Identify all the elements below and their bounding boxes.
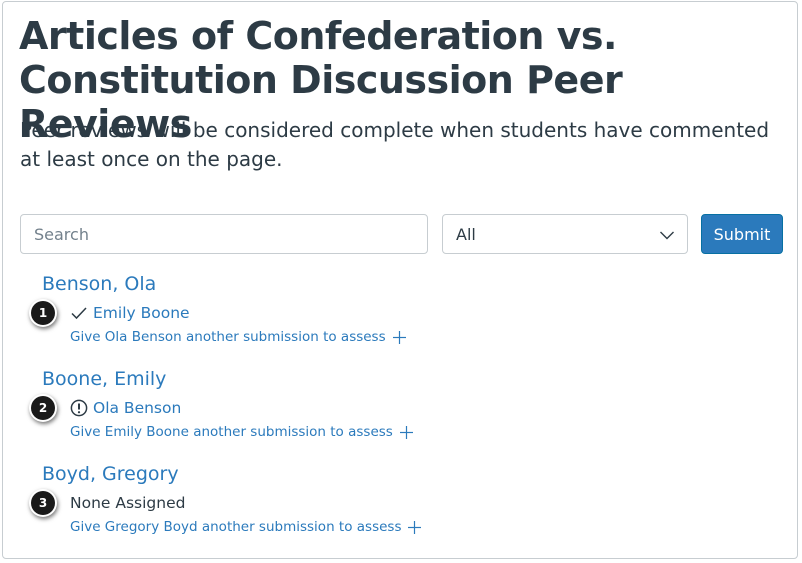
filter-select-value: All	[456, 225, 476, 244]
give-another-submission-link[interactable]: Give Ola Benson another submission to as…	[70, 329, 407, 345]
give-another-label: Give Ola Benson another submission to as…	[70, 329, 386, 345]
filter-select[interactable]: All	[442, 214, 688, 254]
student-name-link[interactable]: Boyd, Gregory	[42, 463, 179, 485]
student-name-link[interactable]: Benson, Ola	[42, 273, 156, 295]
warning-icon	[70, 399, 88, 417]
assessment-row: Emily Boone	[70, 302, 190, 324]
assessment-row: Ola Benson	[70, 397, 181, 419]
none-assigned-text: None Assigned	[70, 494, 186, 512]
callout-badge: 2	[31, 396, 55, 420]
search-input[interactable]	[20, 214, 428, 254]
chevron-down-icon	[660, 231, 674, 240]
give-another-label: Give Emily Boone another submission to a…	[70, 424, 393, 440]
assessment-link[interactable]: Ola Benson	[93, 399, 181, 417]
give-another-label: Give Gregory Boyd another submission to …	[70, 519, 402, 535]
checkmark-icon	[71, 307, 87, 320]
give-another-submission-link[interactable]: Give Emily Boone another submission to a…	[70, 424, 414, 440]
page-description: Peer reviews will be considered complete…	[20, 118, 770, 171]
give-another-submission-link[interactable]: Give Gregory Boyd another submission to …	[70, 519, 422, 535]
student-name-link[interactable]: Boone, Emily	[42, 368, 166, 390]
plus-icon	[399, 425, 413, 439]
submit-button[interactable]: Submit	[701, 214, 783, 254]
assessment-row: None Assigned	[70, 492, 185, 514]
plus-icon	[392, 330, 406, 344]
callout-badge: 1	[31, 301, 55, 325]
assessment-link[interactable]: Emily Boone	[93, 304, 190, 322]
plus-icon	[408, 520, 422, 534]
callout-badge: 3	[31, 491, 55, 515]
